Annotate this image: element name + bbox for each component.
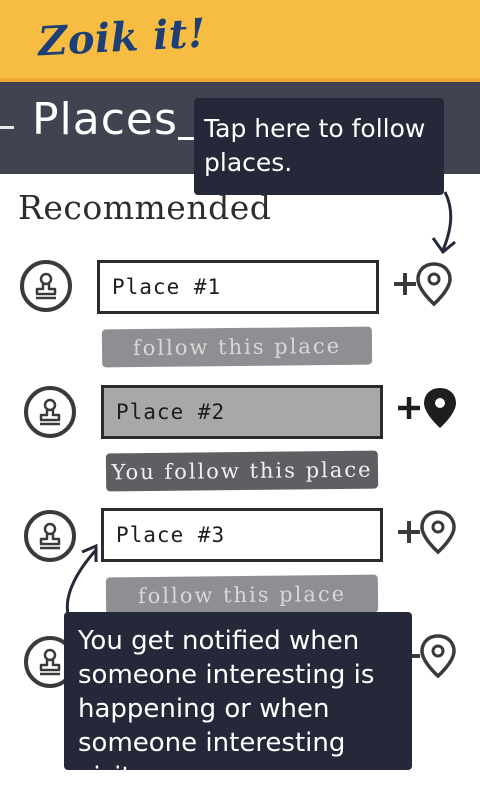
follow-this-place-button[interactable]: follow this place [101, 326, 373, 368]
place-name-field[interactable]: Place #1 [97, 260, 379, 314]
app-title: Zoik it! [36, 9, 208, 66]
follow-label: You follow this place [111, 457, 373, 485]
stamp-icon [39, 648, 61, 676]
hint-arrow-up [65, 543, 98, 615]
page-title: Places [32, 94, 178, 145]
place-avatar [24, 386, 76, 438]
follow-hint-tooltip: Tap here to follow places. [194, 98, 444, 195]
unfollow-place-button[interactable] [394, 384, 460, 438]
place-name-field[interactable]: Place #3 [101, 508, 383, 562]
title-dash [0, 126, 14, 129]
place-name: Place #2 [116, 400, 226, 424]
notify-hint-tooltip: You get notified when someone interestin… [64, 612, 412, 792]
add-location-icon [394, 262, 452, 307]
follow-label: follow this place [132, 333, 342, 361]
place-avatar [20, 260, 72, 312]
place-name: Place #3 [116, 523, 226, 547]
place-name: Place #1 [112, 275, 222, 299]
app-header: Zoik it! [0, 0, 480, 84]
you-follow-this-place-button[interactable]: You follow this place [105, 450, 379, 492]
stamp-icon [35, 272, 57, 300]
follow-place-button[interactable] [394, 508, 460, 562]
follow-this-place-button[interactable]: follow this place [105, 574, 379, 616]
follow-place-button[interactable] [390, 260, 456, 314]
add-location-icon [398, 510, 456, 555]
place-name-field[interactable]: Place #2 [101, 385, 383, 439]
add-location-filled-icon [398, 388, 456, 428]
follow-label: follow this place [137, 581, 347, 609]
hint-arrow-down [431, 191, 456, 255]
stamp-icon [39, 398, 61, 426]
